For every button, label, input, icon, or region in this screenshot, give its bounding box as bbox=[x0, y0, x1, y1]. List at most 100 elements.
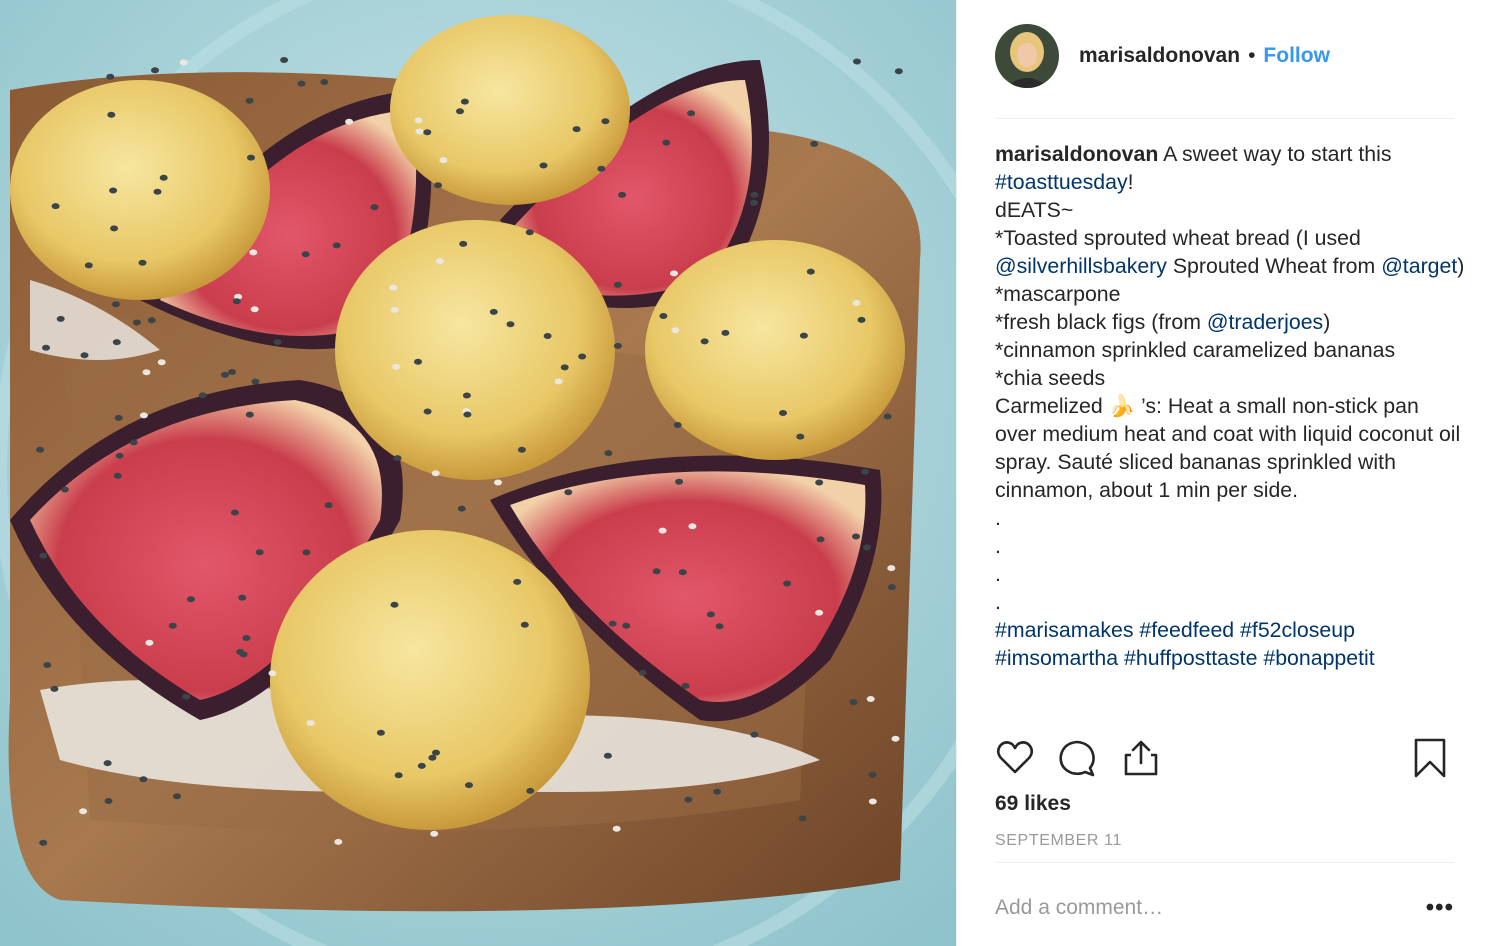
chia-seed bbox=[297, 80, 306, 87]
chia-seed bbox=[816, 536, 825, 543]
chia-seed bbox=[107, 111, 116, 118]
chia-seed bbox=[671, 327, 680, 334]
chia-seed bbox=[706, 611, 715, 618]
chia-seed bbox=[868, 771, 877, 778]
chia-seed bbox=[715, 623, 724, 630]
avatar[interactable] bbox=[995, 24, 1059, 88]
chia-seed bbox=[111, 301, 120, 308]
chia-seed bbox=[783, 580, 792, 587]
chia-seed bbox=[852, 533, 860, 540]
post-date[interactable]: SEPTEMBER 11 bbox=[995, 832, 1122, 850]
avatar-image bbox=[995, 24, 1059, 88]
follow-button[interactable]: Follow bbox=[1263, 44, 1330, 68]
instagram-post: marisaldonovan • Follow marisaldonovan A… bbox=[0, 0, 1488, 946]
chia-seed bbox=[376, 729, 385, 736]
chia-seed bbox=[810, 140, 819, 147]
caption-text-segment: ) *cinnamon sprinkled caramelized banana… bbox=[995, 310, 1461, 614]
chia-seed bbox=[268, 670, 277, 677]
chia-seed bbox=[506, 321, 515, 328]
chia-seed bbox=[186, 596, 195, 603]
chia-seed bbox=[390, 306, 399, 313]
mention-link[interactable]: @target bbox=[1381, 254, 1457, 278]
chia-seed bbox=[129, 439, 138, 446]
chia-seed bbox=[147, 317, 156, 324]
chia-seed bbox=[861, 468, 870, 475]
chia-seed bbox=[459, 240, 468, 247]
chia-seed bbox=[489, 308, 498, 315]
chia-seed bbox=[675, 478, 684, 485]
chia-seed bbox=[852, 299, 861, 306]
hashtag-link[interactable]: #f52closeup bbox=[1240, 618, 1355, 642]
chia-seed bbox=[250, 306, 259, 313]
chia-seed bbox=[684, 796, 693, 803]
hashtag-link[interactable]: #bonappetit bbox=[1263, 646, 1374, 670]
chia-seed bbox=[750, 731, 759, 738]
chia-seed bbox=[43, 662, 52, 668]
share-button[interactable] bbox=[1121, 738, 1165, 782]
chia-seed bbox=[662, 139, 671, 146]
likes-count[interactable]: 69 likes bbox=[995, 792, 1071, 816]
like-button[interactable] bbox=[995, 738, 1039, 782]
chia-seed bbox=[863, 544, 871, 551]
hashtag-link[interactable]: #huffposttaste bbox=[1124, 646, 1257, 670]
chia-seed bbox=[423, 129, 432, 136]
mention-link[interactable]: @traderjoes bbox=[1207, 310, 1323, 334]
chia-seed bbox=[578, 353, 587, 360]
hashtag-link[interactable]: #feedfeed bbox=[1139, 618, 1234, 642]
chia-seed bbox=[389, 284, 398, 291]
chia-seed bbox=[245, 411, 254, 418]
chia-seed bbox=[659, 313, 668, 319]
chia-seed bbox=[597, 165, 606, 172]
chia-seed bbox=[713, 788, 722, 795]
chia-seed bbox=[526, 787, 535, 794]
chia-seed bbox=[39, 839, 48, 846]
chia-seed bbox=[462, 392, 471, 399]
chia-seed bbox=[612, 825, 621, 832]
chia-seed bbox=[678, 569, 687, 576]
chia-seed bbox=[618, 191, 627, 198]
chia-seed bbox=[232, 298, 241, 305]
caption-text-segment: Sprouted Wheat from bbox=[1166, 254, 1382, 278]
chia-seed bbox=[302, 549, 311, 556]
username-link[interactable]: marisaldonovan bbox=[1079, 44, 1240, 68]
chia-seed bbox=[439, 157, 448, 164]
chia-seed bbox=[560, 364, 569, 371]
hashtag-link[interactable]: #toasttuesday bbox=[995, 170, 1128, 194]
chia-seed bbox=[779, 410, 787, 416]
chia-seed bbox=[332, 242, 341, 249]
comment-button[interactable] bbox=[1057, 738, 1101, 782]
chia-seed bbox=[301, 251, 310, 258]
chia-seed bbox=[255, 549, 264, 556]
chia-seed bbox=[242, 635, 251, 641]
mention-link[interactable]: @silverhillsbakery bbox=[995, 254, 1167, 278]
chia-seed bbox=[883, 413, 892, 420]
chia-seed bbox=[520, 621, 529, 628]
chia-seed bbox=[138, 259, 147, 266]
comment-input[interactable] bbox=[995, 896, 1424, 920]
chia-seed bbox=[84, 262, 93, 269]
chia-seed bbox=[857, 316, 866, 323]
chia-seed bbox=[173, 793, 181, 800]
bookmark-icon bbox=[1414, 738, 1446, 778]
chia-seed bbox=[658, 527, 667, 534]
banana-slice bbox=[10, 80, 270, 300]
chia-seed bbox=[750, 199, 758, 206]
chia-seed bbox=[182, 693, 191, 700]
hashtag-link[interactable]: #marisamakes bbox=[995, 618, 1133, 642]
chia-seed bbox=[251, 378, 260, 385]
chia-seed bbox=[613, 342, 622, 349]
post-sidebar: marisaldonovan • Follow marisaldonovan A… bbox=[956, 0, 1488, 946]
chia-seed bbox=[139, 412, 148, 419]
post-photo[interactable] bbox=[0, 0, 956, 946]
hashtag-link[interactable]: #imsomartha bbox=[995, 646, 1118, 670]
caption-username[interactable]: marisaldonovan bbox=[995, 142, 1158, 166]
chia-seed bbox=[564, 489, 573, 496]
chia-seed bbox=[394, 772, 403, 779]
chia-seed bbox=[110, 225, 119, 232]
save-button[interactable] bbox=[1410, 738, 1454, 782]
chia-seed bbox=[106, 73, 115, 80]
share-icon bbox=[1124, 740, 1158, 776]
comment-divider bbox=[995, 862, 1454, 863]
more-options-icon[interactable]: ••• bbox=[1424, 894, 1454, 922]
chia-seed bbox=[230, 509, 239, 516]
